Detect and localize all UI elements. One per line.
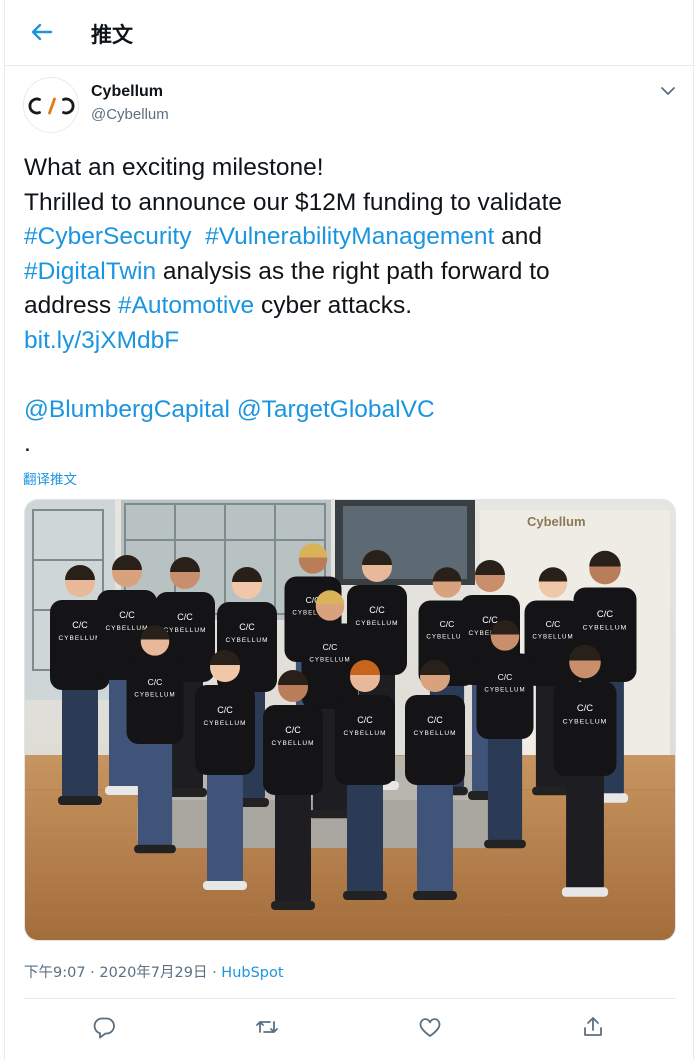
page-title: 推文: [91, 23, 133, 47]
shirt-logo: C/C: [217, 705, 233, 715]
back-arrow-icon[interactable]: [27, 17, 57, 47]
tweet-source-link[interactable]: HubSpot: [221, 965, 283, 981]
wall-sign: Cybellum: [527, 514, 586, 529]
shirt-logo: C/C: [357, 715, 373, 725]
divider: [24, 998, 676, 999]
like-icon[interactable]: [417, 1014, 443, 1040]
chevron-down-icon[interactable]: [657, 80, 679, 102]
shirt-logo: C/C: [440, 619, 455, 629]
tweet-timestamp[interactable]: 下午9:07 · 2020年7月29日 ·: [24, 965, 221, 981]
shirt-logo: C/C: [577, 703, 593, 714]
hashtag-link[interactable]: #Automotive: [118, 292, 254, 319]
shirt-text: CYBELLUM: [105, 625, 148, 632]
tweet-page: 推文 Cybellum @Cybellum What an exciting m…: [4, 0, 695, 1060]
author-name[interactable]: Cybellum: [91, 83, 163, 101]
tweet-photo[interactable]: Cybellum C/C CYBELLUM C/C CYBELLUM C/C CYBELL…: [24, 499, 676, 941]
tweet-text-segment: and: [494, 223, 542, 250]
tweet-line: .: [24, 427, 674, 462]
shirt-logo: C/C: [498, 672, 513, 682]
tweet-line: Thrilled to announce our $12M funding to…: [24, 186, 674, 221]
shirt-logo: C/C: [427, 715, 443, 725]
shirt-text: CYBELLUM: [355, 620, 398, 627]
tweet-text-segment: What an exciting milestone!: [24, 154, 324, 181]
tweet-line: #DigitalTwin analysis as the right path …: [24, 255, 674, 290]
shirt-text: CYBELLUM: [413, 730, 456, 737]
mention-link[interactable]: @BlumbergCapital: [24, 396, 230, 423]
shirt-text: CYBELLUM: [484, 687, 525, 694]
tweet-line: What an exciting milestone!: [24, 151, 674, 186]
tweet-meta: 下午9:07 · 2020年7月29日 · HubSpot: [24, 961, 284, 982]
shirt-text: CYBELLUM: [309, 657, 350, 664]
tweet-text: What an exciting milestone! Thrilled to a…: [24, 151, 674, 462]
shirt-logo: C/C: [177, 612, 193, 622]
hashtag-link[interactable]: #VulnerabilityManagement: [205, 223, 494, 250]
tweet-text-segment: cyber attacks.: [254, 292, 413, 319]
tweet-line: [24, 358, 674, 393]
tweet-text-segment: address: [24, 292, 118, 319]
translate-tweet-link[interactable]: 翻译推文: [23, 468, 77, 488]
shirt-text: CYBELLUM: [203, 720, 246, 727]
shirt-logo: C/C: [323, 642, 338, 652]
shirt-text: CYBELLUM: [532, 634, 573, 641]
shirt-logo: C/C: [148, 677, 163, 687]
shirt-logo: C/C: [482, 615, 498, 625]
tweet-line: bit.ly/3jXMdbF: [24, 324, 674, 359]
shirt-logo: C/C: [597, 609, 613, 620]
hashtag-link[interactable]: #CyberSecurity: [24, 223, 191, 250]
tweet-line: @BlumbergCapital @TargetGlobalVC: [24, 393, 674, 428]
shirt-text: CYBELLUM: [343, 730, 386, 737]
share-icon[interactable]: [580, 1014, 606, 1040]
retweet-icon[interactable]: [254, 1014, 280, 1040]
tweet-line: address #Automotive cyber attacks.: [24, 289, 674, 324]
shirt-logo: C/C: [546, 619, 561, 629]
shirt-logo: C/C: [285, 725, 301, 735]
tweet-text-segment: .: [24, 430, 31, 457]
shirt-logo: C/C: [239, 622, 255, 632]
shirt-logo: C/C: [369, 605, 385, 615]
mention-link[interactable]: @TargetGlobalVC: [237, 396, 435, 423]
shirt-text: CYBELLUM: [583, 625, 628, 632]
shirt-text: CYBELLUM: [163, 627, 206, 634]
hashtag-link[interactable]: #DigitalTwin: [24, 258, 156, 285]
tweet-text-segment: Thrilled to announce our $12M funding to…: [24, 188, 562, 216]
tweet-text-segment: analysis as the right path forward to: [156, 257, 550, 285]
avatar[interactable]: [23, 77, 79, 133]
page-header: 推文: [5, 0, 695, 66]
tweet-text-segment: [191, 223, 205, 250]
shirt-text: CYBELLUM: [225, 637, 268, 644]
url-link[interactable]: bit.ly/3jXMdbF: [24, 327, 179, 354]
author-handle[interactable]: @Cybellum: [91, 106, 169, 123]
tweet-line: #CyberSecurity #VulnerabilityManagement …: [24, 220, 674, 255]
tweet-text-segment: [230, 396, 237, 423]
shirt-text: CYBELLUM: [563, 719, 608, 726]
shirt-text: CYBELLUM: [271, 740, 314, 747]
shirt-text: CYBELLUM: [58, 635, 101, 642]
shirt-logo: C/C: [119, 610, 135, 620]
shirt-text: CYBELLUM: [134, 692, 175, 699]
shirt-logo: C/C: [72, 620, 88, 630]
reply-icon[interactable]: [91, 1014, 117, 1040]
